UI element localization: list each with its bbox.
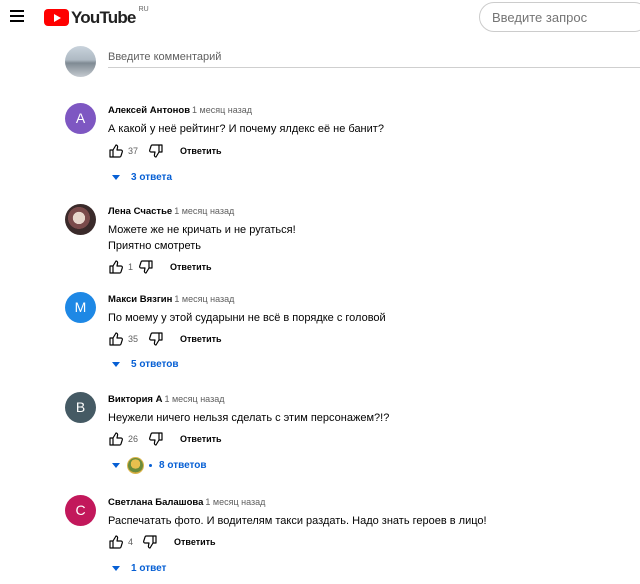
comment-text: Неужели ничего нельзя сделать с этим пер… <box>108 412 390 424</box>
view-replies-button[interactable]: 1 ответ <box>112 560 166 576</box>
comment-time[interactable]: 1 месяц назад <box>192 105 252 115</box>
author-name[interactable]: Лена Счастье <box>108 206 172 217</box>
chevron-down-icon <box>112 462 120 468</box>
youtube-logo[interactable]: YouTube RU <box>44 6 149 27</box>
region-label: RU <box>138 6 149 13</box>
like-icon[interactable] <box>108 534 124 550</box>
replies-count-label: 1 ответ <box>131 562 167 574</box>
comment-input[interactable] <box>108 46 640 68</box>
dislike-icon[interactable] <box>142 534 158 550</box>
like-count: 26 <box>128 434 139 444</box>
comment-text-line: Приятно смотреть <box>108 240 202 252</box>
author-name[interactable]: Виктория А <box>108 394 162 405</box>
replies-count-label: 5 ответов <box>131 358 179 370</box>
like-count: 1 <box>128 262 134 272</box>
dislike-icon[interactable] <box>148 143 164 159</box>
author-name[interactable]: Макси Вязгин <box>108 294 172 305</box>
replies-count-label: 8 ответов <box>159 459 207 471</box>
creator-reply-avatar <box>127 456 144 474</box>
comment-text-line: Можете же не кричать и не ругаться! <box>108 224 296 236</box>
author-avatar[interactable]: В <box>65 392 96 423</box>
like-icon[interactable] <box>108 431 124 447</box>
dislike-icon[interactable] <box>148 431 164 447</box>
comment-text: Можете же не кричать и не ругаться! Прия… <box>108 222 633 254</box>
search-box[interactable] <box>479 2 640 32</box>
reply-button[interactable]: Ответить <box>180 146 222 156</box>
reply-button[interactable]: Ответить <box>180 334 222 344</box>
dislike-icon[interactable] <box>138 259 154 275</box>
like-icon[interactable] <box>108 259 124 275</box>
logo-text: YouTube <box>71 8 136 27</box>
view-replies-button[interactable]: 3 ответа <box>112 169 172 185</box>
author-avatar[interactable]: С <box>65 495 96 526</box>
comment-time[interactable]: 1 месяц назад <box>205 497 265 507</box>
youtube-play-icon <box>44 9 69 26</box>
comment-text: По моему у этой сударыни не всё в порядк… <box>108 312 386 324</box>
like-count: 4 <box>128 537 134 547</box>
chevron-down-icon <box>112 174 120 180</box>
reply-button[interactable]: Ответить <box>170 262 212 272</box>
reply-button[interactable]: Ответить <box>180 434 222 444</box>
comment-time[interactable]: 1 месяц назад <box>164 394 224 404</box>
comment-time[interactable]: 1 месяц назад <box>174 294 234 304</box>
like-icon[interactable] <box>108 331 124 347</box>
like-count: 37 <box>128 146 139 156</box>
view-replies-button[interactable]: 8 ответов <box>112 456 207 474</box>
author-avatar[interactable]: М <box>65 292 96 323</box>
author-avatar[interactable]: А <box>65 103 96 134</box>
author-name[interactable]: Светлана Балашова <box>108 497 203 508</box>
reply-button[interactable]: Ответить <box>174 537 216 547</box>
search-input[interactable] <box>492 3 640 31</box>
hamburger-menu-icon[interactable] <box>10 10 24 22</box>
comment-composer <box>65 46 640 78</box>
comment-text: А какой у неё рейтинг? И почему ялдекс е… <box>108 123 384 135</box>
dislike-icon[interactable] <box>148 331 164 347</box>
top-bar: YouTube RU <box>0 0 640 34</box>
like-icon[interactable] <box>108 143 124 159</box>
comment-time[interactable]: 1 месяц назад <box>174 206 234 216</box>
view-replies-button[interactable]: 5 ответов <box>112 356 179 372</box>
chevron-down-icon <box>112 565 120 571</box>
chevron-down-icon <box>112 361 120 367</box>
comment-text: Распечатать фото. И водителям такси разд… <box>108 515 487 527</box>
author-avatar[interactable] <box>65 204 96 235</box>
replies-count-label: 3 ответа <box>131 171 173 183</box>
dot-separator-icon <box>149 463 152 467</box>
like-count: 35 <box>128 334 139 344</box>
current-user-avatar <box>65 46 96 77</box>
author-name[interactable]: Алексей Антонов <box>108 105 190 116</box>
